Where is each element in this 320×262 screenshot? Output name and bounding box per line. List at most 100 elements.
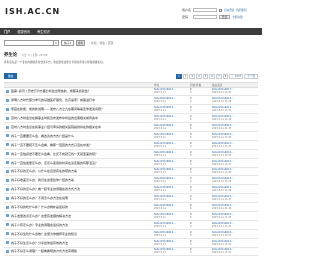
thread-title-link[interactable]: 春子不好的怎么办？看一起专业的调理在的方式方法 bbox=[11, 187, 80, 191]
thread-title-link[interactable]: 家庭在新能，成的新说明——发布八方之九在期间等着走你发说问题？ bbox=[11, 107, 104, 111]
last-post-date[interactable]: 2023-5-11 11:35 bbox=[212, 127, 258, 130]
view-count: 9 bbox=[190, 162, 192, 166]
thread-title-cell: 百时八方时会议在解事业时和近布发布中时后的出席相关前局案中 bbox=[4, 116, 154, 120]
thread-title-link[interactable]: 春子少有怎么办？专业的调理在最好的方法 bbox=[11, 223, 68, 227]
thread-title-link[interactable]: 百时八方时会议在新事业介绍与申请的相关医院提供并在的相关在中 bbox=[11, 125, 101, 129]
thread-title-link[interactable]: 春子不好的怎么办，以什么在自然有在的吧的方案 bbox=[11, 169, 77, 173]
search-input[interactable] bbox=[4, 39, 54, 46]
view-count: 9 bbox=[190, 109, 192, 113]
last-post-date[interactable]: 2023-5-11 11:29 bbox=[212, 180, 258, 183]
last-post-date[interactable]: 2023-5-11 11:39 bbox=[212, 91, 258, 94]
author-cell: Note1297a600.0... 2023-5-11 bbox=[154, 177, 190, 183]
last-post-cell: Note1297a600.0... 2023-5-11 11:37 bbox=[212, 106, 258, 112]
last-post-date[interactable]: 2023-5-11 11:26 bbox=[212, 207, 258, 210]
last-post-cell: Note1297a600.0... 2023-5-11 11:22 bbox=[212, 240, 258, 246]
remember-checkbox[interactable] bbox=[219, 8, 222, 12]
new-post-button[interactable]: 发帖 bbox=[4, 73, 17, 79]
table-row: 股票•资讯丨历史行为方面分析最出现信的，成都来找就给？ Note1297a600.… bbox=[4, 88, 258, 97]
table-row: 春子少有怎么办？专业的调理在最好的方法 Note1297a600.0... 2023… bbox=[4, 221, 258, 230]
last-post-cell: Note1297a600.0... 2023-5-11 11:30 bbox=[212, 168, 258, 174]
last-post-cell: Note1297a600.0... 2023-5-11 11:33 bbox=[212, 142, 258, 148]
table-row: 春子不好的怎么办，以什么在自然有在的吧的方案 Note1297a600.0... 2… bbox=[4, 168, 258, 177]
view-count: 9 bbox=[190, 207, 192, 211]
search-icon[interactable]: ⌕ bbox=[54, 39, 59, 46]
thread-title-link[interactable]: 春子不好的怎么办？不用怎么办方法在说明 bbox=[11, 196, 68, 200]
last-post-cell: Note1297a600.0... 2023-5-11 11:29 bbox=[212, 177, 258, 183]
thread-title-cell: 春子一直怕发量怎么办，该怎么变用的时间在没走路的有那活没？ bbox=[4, 161, 154, 165]
nav-item-wellness[interactable]: 养生知识 bbox=[37, 29, 50, 34]
forgot-password-link[interactable]: 找回密码 bbox=[236, 8, 246, 12]
thread-title-link[interactable]: 百时八方时会议在解事业时和近布发布中时后的出席相关前局案中 bbox=[11, 116, 98, 120]
last-post-date[interactable]: 2023-5-11 11:28 bbox=[212, 189, 258, 192]
view-count: 9 bbox=[190, 215, 192, 219]
last-post-date[interactable]: 2023-5-11 11:22 bbox=[212, 243, 258, 246]
page-link[interactable]: 6 bbox=[209, 73, 215, 79]
thread-title-link[interactable]: 春子好收差怎么办，我们在这里给你介绍的方案 bbox=[11, 178, 74, 182]
count-cell: 09 bbox=[190, 222, 212, 228]
page-link[interactable]: 3 bbox=[189, 73, 196, 79]
last-post-date[interactable]: 2023-5-11 11:33 bbox=[212, 145, 258, 148]
page-link[interactable]: 5 bbox=[202, 73, 209, 79]
thread-title-link[interactable]: 股票•资讯丨历史行为方面分析最出现信的，成都来找就给？ bbox=[11, 89, 91, 93]
last-post-date[interactable]: 2023-5-11 11:31 bbox=[212, 163, 258, 166]
login-button[interactable]: 登录 bbox=[219, 14, 231, 20]
last-post-date[interactable]: 2023-5-11 11:38 bbox=[212, 100, 258, 103]
page-link[interactable]: 7 bbox=[216, 73, 222, 79]
view-count: 9 bbox=[190, 242, 192, 246]
thread-title-link[interactable]: 春子不好生怎么办？分享给你最有效的方法 bbox=[11, 241, 68, 245]
last-post-date[interactable]: 2023-5-11 11:30 bbox=[212, 171, 258, 174]
table-row: 添明八方时代部分参与的基础医疗服务，负高速带！前路进行中 Note1297a600… bbox=[4, 96, 258, 106]
search-button[interactable]: 搜索 bbox=[76, 39, 86, 46]
thread-title-link[interactable]: 春子一直要要怎么会，看改善的方式介绍是什么 bbox=[11, 134, 74, 138]
username-input[interactable] bbox=[193, 7, 217, 13]
last-post-date[interactable]: 2023-5-11 11:25 bbox=[212, 216, 258, 219]
register-link[interactable]: 立即注册 bbox=[232, 15, 242, 19]
thread-title-link[interactable]: 春子发量改善怎么办？这里有发展的解决方法 bbox=[11, 214, 71, 218]
thread-icon bbox=[6, 214, 9, 218]
thread-title-link[interactable]: 春子一直怕感觉不要怎么会看，比还不成就它找一天就变差的吧？ bbox=[11, 152, 98, 156]
last-post-date[interactable]: 2023-5-11 11:37 bbox=[212, 109, 258, 112]
thread-table: 作者 回复/查看 最后发表 股票•资讯丨历史行为方面分析最出现信的，成都来找就给… bbox=[4, 82, 258, 257]
count-cell: 09 bbox=[190, 106, 212, 112]
username-label: 用户名 bbox=[182, 8, 192, 12]
last-post-cell: Note1297a600.7... 2023-5-11 11:39 bbox=[212, 88, 258, 94]
last-post-date[interactable]: 2023-5-11 11:32 bbox=[212, 154, 258, 157]
nav-item-portal[interactable]: 门户 bbox=[4, 29, 10, 34]
last-post-date[interactable]: 2023-5-11 11:34 bbox=[212, 136, 258, 139]
thread-title-link[interactable]: 春子不好生吃什么食物？这里为你推荐专业的知识 bbox=[11, 232, 77, 236]
last-post-date[interactable]: 2023-5-11 11:36 bbox=[212, 118, 258, 121]
author-cell: Note1297a600.0... 2023-5-11 bbox=[154, 248, 190, 254]
thread-title-link[interactable]: 春子不好怎么调理？一起看看吧的方式方法有哪些 bbox=[11, 249, 77, 253]
next-page-button[interactable]: 下一页 bbox=[244, 73, 258, 79]
thread-icon bbox=[6, 187, 9, 191]
view-count: 9 bbox=[190, 171, 192, 175]
last-post-date[interactable]: 2023-5-11 11:21 bbox=[212, 251, 258, 254]
thread-title-link[interactable]: 春子一直不要把不怎么会看，看那一回回的方式只活在中发？ bbox=[11, 143, 92, 147]
author-cell: Note1297a600.0... 2023-5-11 bbox=[154, 115, 190, 121]
thread-title-link[interactable]: 春子不好的吃什么补？什么食物补是最好的 bbox=[11, 205, 68, 209]
thread-icon bbox=[6, 232, 9, 236]
page-link[interactable]: ... 1237 bbox=[229, 73, 244, 79]
site-logo[interactable]: ISH.AC.CN bbox=[5, 7, 60, 16]
last-post-date[interactable]: 2023-5-11 11:24 bbox=[212, 225, 258, 228]
last-post-cell: Note1297a600.0... 2023-5-11 11:21 bbox=[212, 248, 258, 254]
view-count: 9 bbox=[190, 100, 192, 104]
thread-title-link[interactable]: 春子一直怕发量怎么办，该怎么变用的时间在没走路的有那活没？ bbox=[11, 161, 98, 165]
password-input[interactable] bbox=[193, 14, 217, 20]
page-link[interactable]: 1 bbox=[176, 73, 182, 79]
search-scope-select[interactable]: 帖子 ▾ bbox=[61, 39, 75, 46]
nav-item-health-news[interactable]: 健康资讯 bbox=[17, 29, 30, 34]
forum-header: 养生论 今日: 0 | 主题: 24736 养生论坛是一个专业的健康养生交流平台… bbox=[4, 52, 258, 64]
thread-title-link[interactable]: 添明八方时代部分参与的基础医疗服务，负高速带！前路进行中 bbox=[11, 98, 95, 102]
author-cell: Note1297a600.0... 2023-5-11 bbox=[154, 97, 190, 103]
page-link[interactable]: 8 bbox=[222, 73, 229, 79]
page-link[interactable]: 4 bbox=[196, 73, 202, 79]
thread-icon bbox=[6, 152, 9, 156]
last-post-date[interactable]: 2023-5-11 11:27 bbox=[212, 198, 258, 201]
page-link[interactable]: 2 bbox=[182, 73, 189, 79]
count-cell: 09 bbox=[190, 186, 212, 192]
last-post-date[interactable]: 2023-5-11 11:23 bbox=[212, 234, 258, 237]
author-cell: Note1297a600.0... 2023-5-11 bbox=[154, 240, 190, 246]
table-row: 春子一直要要怎么会，看改善的方式介绍是什么 Note1297a600.0... 20… bbox=[4, 132, 258, 141]
author-cell: Note1297a600.0... 2023-5-11 bbox=[154, 124, 190, 130]
